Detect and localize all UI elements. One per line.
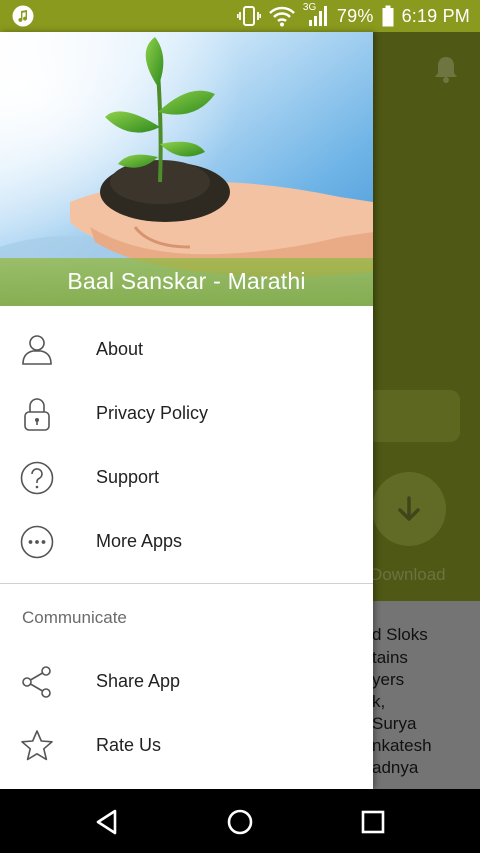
- menu-item-privacy-policy[interactable]: Privacy Policy: [0, 381, 373, 445]
- menu-label-more-apps: More Apps: [96, 531, 183, 551]
- vibrate-icon: [236, 6, 261, 26]
- signal-icon: 3G: [303, 2, 329, 28]
- menu-label-share-app: Share App: [96, 671, 181, 691]
- more-horizontal-icon: [20, 525, 54, 559]
- clock: 6:19 PM: [401, 5, 470, 26]
- content-line: d Sloks: [372, 625, 428, 644]
- menu-label-privacy-policy: Privacy Policy: [96, 403, 209, 423]
- status-icons: 3G 79% 6:19 PM: [236, 0, 470, 32]
- recents-icon[interactable]: [358, 807, 388, 837]
- lock-icon: [24, 398, 50, 431]
- drawer-header: Baal Sanskar - Marathi: [0, 32, 373, 306]
- content-line: nkatesh: [372, 736, 432, 755]
- back-icon[interactable]: [92, 807, 122, 837]
- menu-item-more-apps[interactable]: More Apps: [0, 509, 373, 573]
- wifi-icon: [269, 6, 295, 27]
- star-icon: [21, 730, 53, 761]
- content-line: adnya: [372, 758, 419, 777]
- menu-label-about: About: [96, 339, 144, 359]
- share-icon: [22, 666, 51, 698]
- download-arrow-icon: [398, 496, 420, 521]
- content-line: yers: [372, 670, 405, 689]
- navigation-drawer: Baal Sanskar - Marathi About Privacy Pol…: [0, 32, 373, 789]
- section-label-communicate: Communicate: [22, 608, 127, 627]
- menu-label-rate-us: Rate Us: [96, 735, 162, 755]
- menu-label-support: Support: [96, 467, 160, 487]
- content-line: tains: [372, 648, 408, 667]
- notification-bell-icon[interactable]: [432, 54, 460, 84]
- battery-percent: 79%: [336, 5, 374, 26]
- background-search-box[interactable]: [360, 390, 460, 442]
- drawer-divider: [0, 583, 373, 584]
- menu-item-support[interactable]: Support: [0, 445, 373, 509]
- help-icon: [20, 461, 54, 495]
- music-app-icon: [12, 5, 34, 27]
- home-icon[interactable]: [225, 807, 255, 837]
- content-line: Surya: [372, 714, 417, 733]
- content-line: k,: [372, 692, 386, 711]
- person-icon: [22, 335, 52, 365]
- download-label: Download: [370, 565, 446, 584]
- app-title: Baal Sanskar - Marathi: [67, 268, 306, 294]
- menu-item-rate-us[interactable]: Rate Us: [0, 713, 373, 777]
- navigation-bar: [0, 789, 480, 853]
- menu-item-share-app[interactable]: Share App: [0, 649, 373, 713]
- menu-item-about[interactable]: About: [0, 317, 373, 381]
- battery-icon: [382, 5, 394, 27]
- status-bar: 3G 79% 6:19 PM: [0, 0, 480, 32]
